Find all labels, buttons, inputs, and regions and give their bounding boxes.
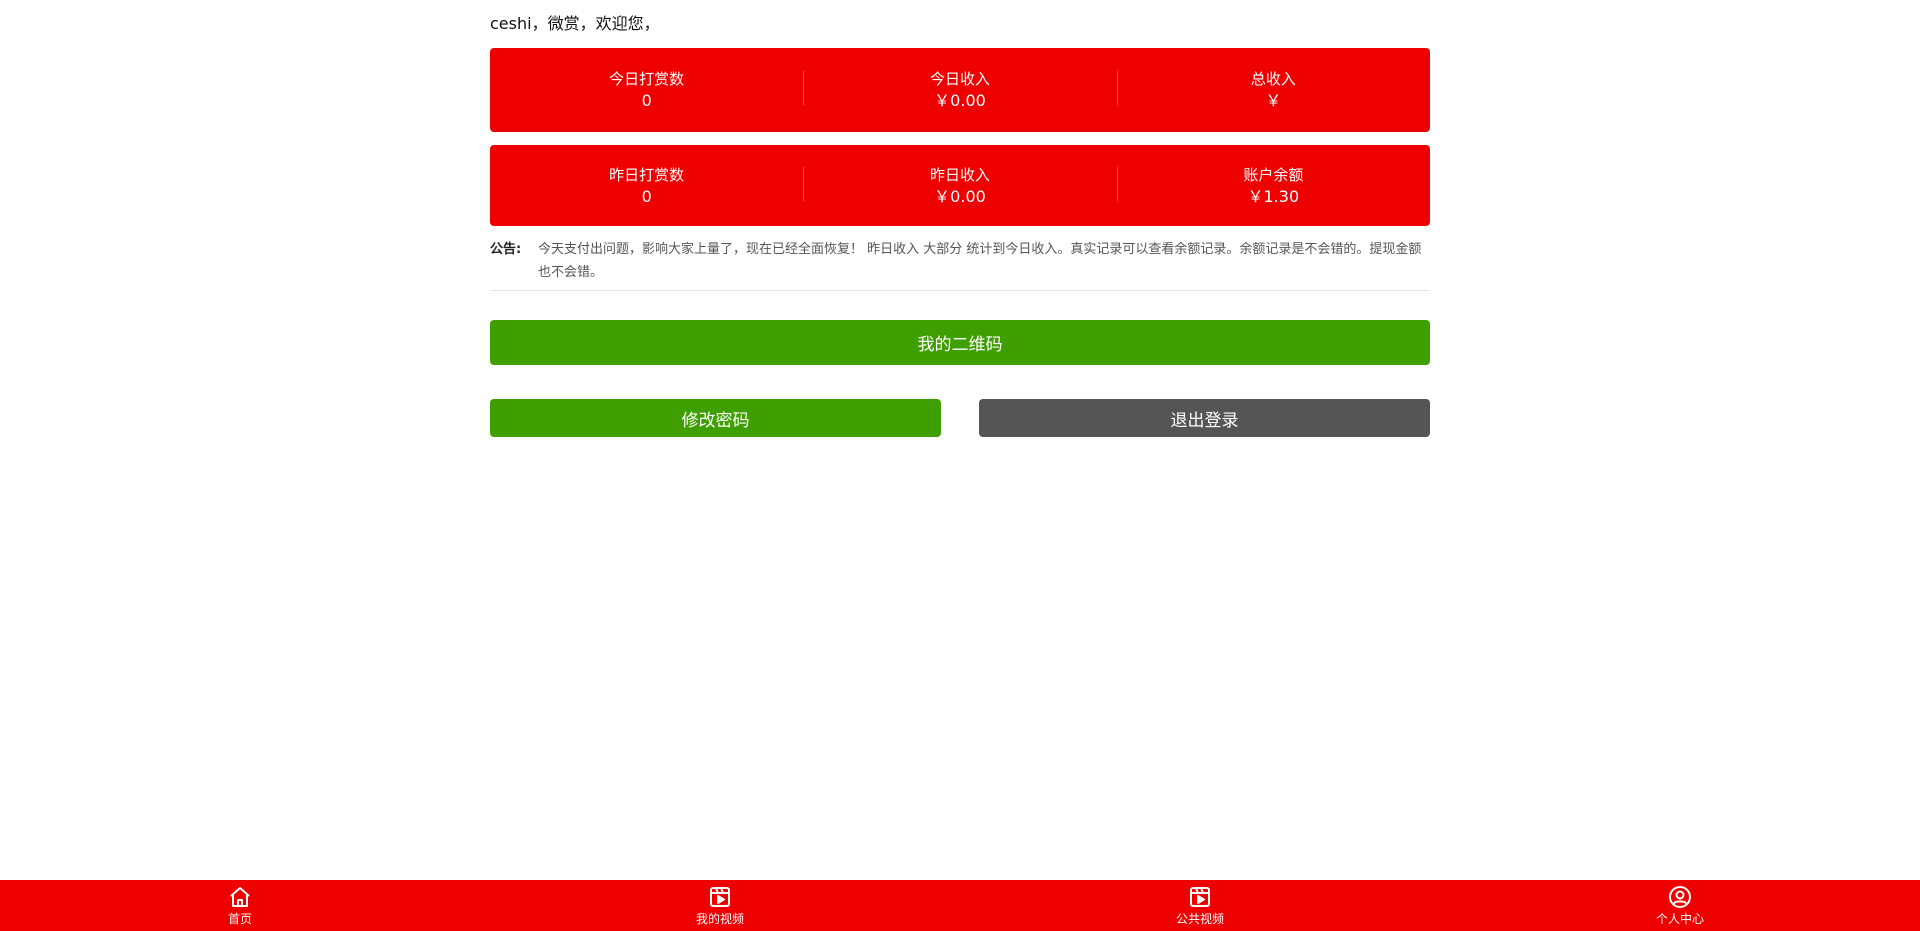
announcement-label: 公告: <box>490 242 522 257</box>
stat-label: 账户余额 <box>1243 165 1304 184</box>
stat-label: 今日打赏数 <box>609 70 685 88</box>
stat-account-balance: 账户余额 ￥1.30 <box>1116 164 1430 208</box>
change-password-button[interactable]: 修改密码 <box>490 399 941 437</box>
tab-label: 我的视频 <box>695 911 744 926</box>
video-icon <box>710 886 730 907</box>
announcement-text: 今天支付出问题，影响大家上量了，现在已经全面恢复！ 昨日收入 大部分 统计到今日… <box>538 242 1422 280</box>
tab-user-center[interactable]: 个人中心 <box>1440 880 1920 931</box>
stat-label: 昨日收入 <box>929 165 990 184</box>
tab-public-videos[interactable]: 公共视频 <box>960 880 1440 931</box>
stat-today-count: 今日打赏数 0 <box>490 68 803 112</box>
stat-today-income: 今日收入 ￥0.00 <box>803 68 1116 112</box>
user-icon <box>1669 885 1691 908</box>
account-actions: 修改密码 退出登录 <box>490 399 1430 437</box>
today-stats-card: 今日打赏数 0 今日收入 ￥0.00 总收入 ￥ <box>490 48 1430 132</box>
video-icon <box>1190 886 1210 907</box>
stat-label: 昨日打赏数 <box>609 165 685 184</box>
stat-value: ￥0.00 <box>934 186 986 206</box>
tab-my-videos[interactable]: 我的视频 <box>480 880 960 931</box>
tab-label: 个人中心 <box>1655 911 1704 926</box>
yesterday-stats-card: 昨日打赏数 0 昨日收入 ￥0.00 账户余额 ￥1.30 <box>490 145 1430 226</box>
stat-label: 总收入 <box>1250 70 1296 88</box>
stat-label: 今日收入 <box>929 70 990 88</box>
tab-label: 公共视频 <box>1175 911 1224 926</box>
main-content: ceshi，微赏，欢迎您， 今日打赏数 0 今日收入 ￥0.00 总收入 ￥ 昨… <box>490 0 1430 437</box>
home-icon <box>230 886 250 907</box>
stat-value: 0 <box>641 91 652 110</box>
greeting-text: ceshi，微赏，欢迎您， <box>490 14 660 33</box>
tab-label: 首页 <box>227 911 252 926</box>
logout-button[interactable]: 退出登录 <box>979 399 1430 437</box>
tab-home[interactable]: 首页 <box>0 880 480 931</box>
stat-value: ￥0.00 <box>934 91 986 110</box>
bottom-tab-bar: 首页 我的视频 公共视频 个人中心 <box>0 880 1920 931</box>
announcement: 公告: 今天支付出问题，影响大家上量了，现在已经全面恢复！ 昨日收入 大部分 统… <box>490 238 1430 291</box>
stat-value: ￥1.30 <box>1247 186 1300 206</box>
stat-yesterday-count: 昨日打赏数 0 <box>490 164 803 208</box>
stat-value: 0 <box>641 186 652 206</box>
stat-total-income: 总收入 ￥ <box>1116 68 1430 112</box>
stat-value: ￥ <box>1265 91 1282 110</box>
stat-yesterday-income: 昨日收入 ￥0.00 <box>803 164 1116 208</box>
my-qrcode-button[interactable]: 我的二维码 <box>490 320 1430 365</box>
